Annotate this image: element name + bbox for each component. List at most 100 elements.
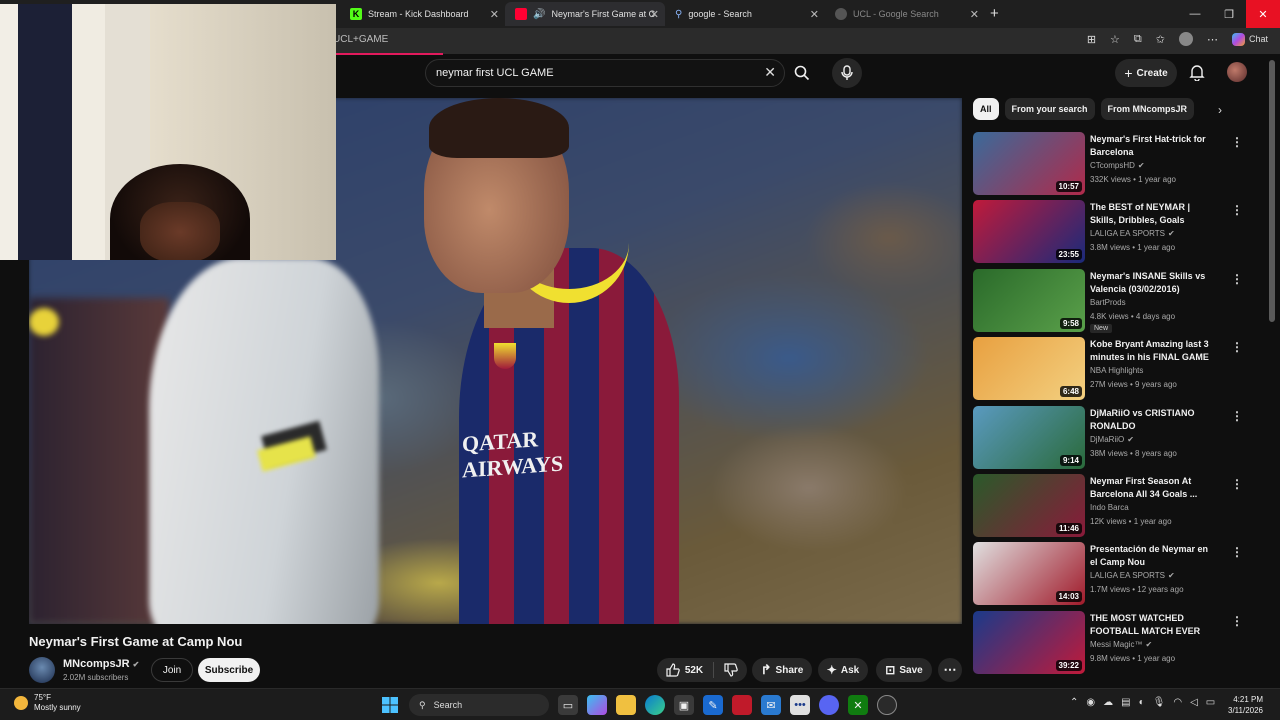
recommendation-title[interactable]: The BEST of NEYMAR | Skills, Dribbles, G… [1090,201,1218,227]
tray-app-icon[interactable]: ◉ [1086,697,1095,708]
recommendation-channel[interactable]: LALIGA EA SPORTS ✔ [1090,571,1175,580]
more-vert-icon[interactable]: ⋮ [1231,545,1243,559]
recommendation-item[interactable]: 14:03 Presentación de Neymar en el Camp … [973,542,1253,610]
more-vert-icon[interactable]: ⋮ [1231,477,1243,491]
start-button[interactable] [380,695,400,715]
video-thumbnail[interactable]: 6:48 [973,337,1085,401]
onedrive-icon[interactable]: ☁ [1103,697,1113,708]
taskbar-search[interactable]: ⚲ Search [409,694,549,716]
copilot-button[interactable]: Chat [1231,32,1268,46]
join-button[interactable]: Join [151,658,193,682]
video-thumbnail[interactable]: 23:55 [973,200,1085,264]
microphone-icon[interactable]: 🎙 [1153,697,1166,708]
video-thumbnail[interactable]: 10:57 [973,132,1085,195]
share-button[interactable]: ↱ Share [752,658,812,682]
store-icon[interactable]: ▣ [674,695,694,715]
channel-avatar[interactable] [29,657,55,683]
thumbs-down-icon[interactable] [724,663,738,677]
ask-button[interactable]: ✦ Ask [818,658,868,682]
tray-app-icon-2[interactable]: ▤ [1121,697,1130,708]
notifications-button[interactable] [1189,64,1205,86]
voice-search-button[interactable] [832,58,862,88]
favorite-star-icon[interactable]: ☆ [1110,33,1120,46]
copilot-icon[interactable] [587,695,607,715]
favorites-icon[interactable]: ✩ [1156,33,1165,46]
recommendation-channel[interactable]: Indo Barca [1090,503,1129,512]
more-vert-icon[interactable]: ⋮ [1231,272,1243,286]
recommendation-item[interactable]: 6:48 Kobe Bryant Amazing last 3 minutes … [973,337,1253,405]
more-vert-icon[interactable]: ⋮ [1231,340,1243,354]
tab-google-search[interactable]: ⚲ google - Search ✕ [665,2,825,26]
recommendation-item[interactable]: 39:22 THE MOST WATCHED FOOTBALL MATCH EV… [973,610,1253,679]
video-thumbnail[interactable]: 39:22 [973,610,1085,674]
more-vert-icon[interactable]: ⋮ [1231,203,1243,217]
chat-app-icon[interactable]: ••• [790,695,810,715]
recommendation-title[interactable]: Neymar's First Hat-trick for Barcelona [1090,133,1218,159]
recommendation-title[interactable]: Neymar First Season At Barcelona All 34 … [1090,475,1218,501]
subscribe-button[interactable]: Subscribe [198,658,260,682]
xbox-icon[interactable]: ✕ [848,695,868,715]
more-actions-button[interactable]: ⋯ [938,658,962,682]
battery-icon[interactable]: ▭ [1206,697,1215,708]
more-icon[interactable]: ⋯ [1207,33,1218,46]
scrollbar[interactable] [1269,60,1275,322]
tab-kick-dashboard[interactable]: K Stream - Kick Dashboard ✕ [340,2,505,26]
close-icon[interactable]: ✕ [490,8,499,21]
weather-widget[interactable]: 75°F Mostly sunny [14,693,81,713]
tray-app-icon-3[interactable]: ◐ [1139,697,1145,708]
restore-button[interactable]: ❐ [1212,0,1246,28]
like-button[interactable]: 52K [666,663,703,677]
task-view-icon[interactable]: ▭ [558,695,578,715]
more-vert-icon[interactable]: ⋮ [1231,135,1243,149]
close-window-button[interactable]: ✕ [1246,0,1280,28]
close-icon[interactable]: ✕ [970,8,979,21]
clear-search-icon[interactable]: ✕ [764,64,776,81]
recommendation-item[interactable]: 9:14 DjMaRiiO vs CRISTIANO RONALDO DjMaR… [973,405,1253,474]
video-thumbnail[interactable]: 14:03 [973,542,1085,606]
recommendation-title[interactable]: Presentación de Neymar en el Camp Nou [1090,543,1218,569]
create-button[interactable]: + Create [1115,59,1177,87]
more-vert-icon[interactable]: ⋮ [1231,409,1243,423]
tab-ucl-search[interactable]: UCL - Google Search ✕ [825,2,985,26]
save-button[interactable]: ⊡ Save [876,658,932,682]
discord-icon[interactable] [819,695,839,715]
recommendation-title[interactable]: Kobe Bryant Amazing last 3 minutes in hi… [1090,338,1218,364]
split-screen-icon[interactable]: ⊞ [1087,33,1096,46]
account-avatar[interactable] [1227,62,1247,82]
extensions-icon[interactable]: ⧉ [1134,33,1142,46]
chevron-up-icon[interactable]: ⌃ [1070,697,1078,708]
chip-from-your-search[interactable]: From your search [1004,98,1095,120]
search-input[interactable]: neymar first UCL GAME ✕ [425,59,785,87]
pen-app-icon[interactable]: ✎ [703,695,723,715]
new-tab-button[interactable]: + [990,5,999,22]
recommendation-title[interactable]: THE MOST WATCHED FOOTBALL MATCH EVER (af… [1090,612,1218,638]
recommendation-channel[interactable]: NBA Highlights [1090,366,1143,375]
tab-youtube-video[interactable]: 🔊 Neymar's First Game at Camp ✕ [505,2,665,26]
minimize-button[interactable]: — [1178,0,1212,28]
search-button[interactable] [786,59,818,87]
recommendation-title[interactable]: Neymar's INSANE Skills vs Valencia (03/0… [1090,270,1218,296]
recommendation-title[interactable]: DjMaRiiO vs CRISTIANO RONALDO [1090,407,1218,433]
recommendation-item[interactable]: 9:58 Neymar's INSANE Skills vs Valencia … [973,268,1253,337]
edge-icon[interactable] [645,695,665,715]
channel-name[interactable]: MNcompsJR ✔ [63,658,139,670]
chip-all[interactable]: All [973,98,999,120]
recommendation-channel[interactable]: LALIGA EA SPORTS ✔ [1090,229,1175,238]
chatgpt-icon[interactable] [877,695,897,715]
url-field[interactable]: UCL+GAME [333,34,388,45]
close-icon[interactable]: ✕ [810,8,819,21]
system-clock[interactable]: 4:21 PM 3/11/2026 [1228,694,1263,716]
recommendation-channel[interactable]: CTcompsHD ✔ [1090,161,1145,170]
profile-icon[interactable] [1178,32,1193,46]
chevron-right-icon[interactable]: › [1218,103,1222,117]
volume-icon[interactable]: ◁ [1190,697,1198,708]
close-icon[interactable]: ✕ [650,8,659,21]
more-vert-icon[interactable]: ⋮ [1231,614,1243,628]
chip-from-channel[interactable]: From MNcompsJR [1100,98,1195,120]
security-app-icon[interactable] [732,695,752,715]
video-thumbnail[interactable]: 9:14 [973,405,1085,469]
recommendation-item[interactable]: 10:57 Neymar's First Hat-trick for Barce… [973,132,1253,200]
recommendation-channel[interactable]: BartProds [1090,298,1126,307]
recommendation-item[interactable]: 11:46 Neymar First Season At Barcelona A… [973,473,1253,542]
wifi-icon[interactable]: ◠ [1173,697,1182,708]
